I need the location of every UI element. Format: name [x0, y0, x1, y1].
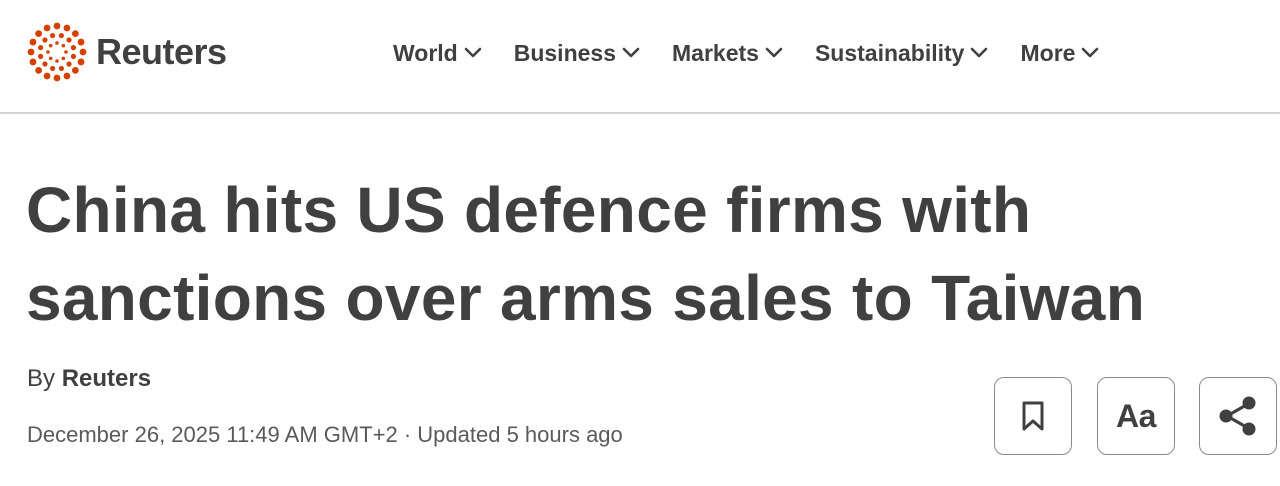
- byline: By Reuters: [27, 365, 151, 393]
- chevron-down-icon: [622, 47, 640, 58]
- reuters-logo-icon: [27, 22, 87, 82]
- logo-dot: [77, 38, 85, 46]
- logo-dot: [79, 48, 87, 56]
- reuters-logo[interactable]: Reuters: [26, 20, 227, 84]
- nav-item-sustainability[interactable]: Sustainability: [815, 40, 989, 67]
- article-dateline: December 26, 2025 11:49 AM GMT+2 · Updat…: [27, 422, 623, 447]
- nav-item-label: Sustainability: [814, 39, 965, 66]
- logo-dot: [29, 38, 37, 46]
- text-size-label: Aa: [1116, 397, 1156, 434]
- nav-item-label: More: [1020, 39, 1076, 66]
- logo-dot: [70, 45, 77, 51]
- bookmark-icon: [1022, 401, 1044, 431]
- logo-dot: [48, 43, 53, 48]
- logo-dot: [53, 74, 61, 82]
- logo-dot: [66, 61, 72, 67]
- logo-dot: [48, 56, 53, 61]
- site-header: Reuters World Business Markets Sustainab…: [0, 0, 1280, 114]
- logo-dot: [71, 66, 79, 74]
- text-size-button[interactable]: Aa: [1097, 377, 1175, 455]
- author-link[interactable]: Reuters: [62, 365, 151, 392]
- nav-item-label: World: [393, 39, 458, 66]
- nav-item-label: Business: [513, 39, 616, 66]
- chevron-down-icon: [765, 47, 783, 58]
- logo-dot: [64, 50, 68, 54]
- chevron-down-icon: [464, 47, 482, 58]
- logo-dot: [37, 53, 44, 59]
- logo-dot: [43, 72, 51, 80]
- logo-dot: [71, 30, 79, 38]
- headline-line-2: sanctions over arms sales to Taiwan: [26, 262, 1146, 334]
- logo-dot: [42, 61, 48, 67]
- logo-dot: [29, 58, 37, 66]
- nav-item-world[interactable]: World: [393, 40, 482, 67]
- chevron-down-icon: [971, 47, 988, 58]
- logo-dot: [70, 53, 77, 59]
- logo-dot: [46, 50, 50, 54]
- logo-dot: [35, 30, 43, 38]
- logo-dot: [55, 59, 59, 63]
- logo-dot: [42, 37, 48, 43]
- share-icon: [1219, 396, 1256, 436]
- logo-dot: [58, 65, 64, 72]
- logo-dot: [35, 66, 43, 74]
- bookmark-button[interactable]: [994, 377, 1072, 455]
- nav-item-label: Markets: [672, 39, 759, 66]
- logo-dot: [63, 72, 71, 80]
- logo-dot: [63, 24, 71, 32]
- headline-line-1: China hits US defence firms with: [26, 174, 1032, 246]
- chevron-down-icon: [1082, 47, 1099, 58]
- article-headline: China hits US defence firms with sanctio…: [26, 166, 1226, 342]
- byline-prefix: By: [27, 365, 56, 392]
- logo-dot: [53, 22, 61, 30]
- nav-item-markets[interactable]: Markets: [672, 40, 783, 67]
- main-nav: World Business Markets Sustainability Mo…: [393, 30, 1099, 76]
- share-button[interactable]: [1199, 377, 1277, 455]
- logo-text: Reuters: [96, 31, 227, 72]
- logo-dot: [37, 45, 44, 51]
- logo-dot: [50, 32, 56, 39]
- logo-dot: [50, 65, 56, 72]
- logo-dot: [66, 37, 72, 43]
- logo-dot: [27, 48, 35, 56]
- logo-dot: [55, 41, 59, 45]
- nav-item-more[interactable]: More: [1020, 40, 1099, 67]
- logo-dot: [77, 58, 85, 66]
- logo-dot: [61, 56, 66, 61]
- nav-item-business[interactable]: Business: [514, 40, 640, 67]
- logo-dot: [61, 43, 66, 48]
- logo-dot: [58, 32, 64, 39]
- logo-dot: [43, 24, 51, 32]
